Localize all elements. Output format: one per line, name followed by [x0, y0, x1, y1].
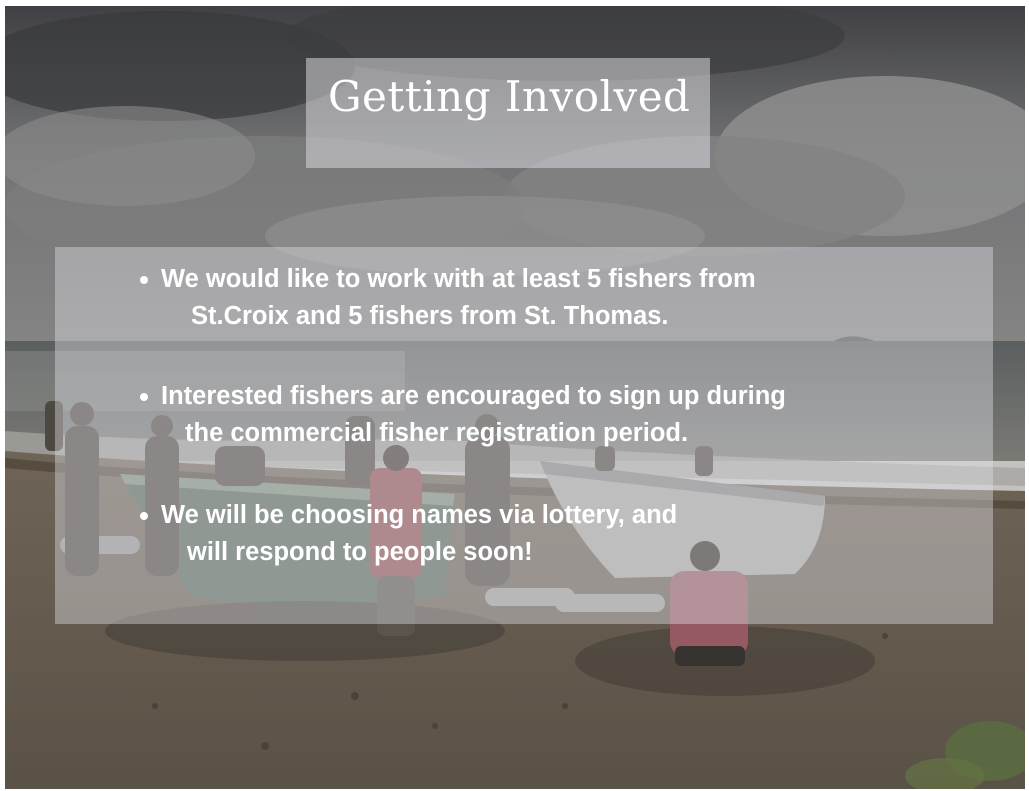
title-box: Getting Involved [306, 58, 710, 168]
bullet-item: We will be choosing names via lottery, a… [140, 497, 678, 571]
bullet-text-line1: We will be choosing names via lottery, a… [161, 501, 678, 529]
bullet-text-line2: St.Croix and 5 fishers from St. Thomas. [191, 302, 669, 330]
bullet-dot-icon [140, 512, 148, 520]
bullet-dot-icon [140, 393, 148, 401]
bullet-text-line2: the commercial fisher registration perio… [185, 419, 689, 447]
bullet-dot-icon [140, 276, 148, 284]
bullet-text-line2: will respond to people soon! [187, 538, 533, 566]
slide: Getting Involved We would like to work w… [5, 6, 1025, 789]
slide-title: Getting Involved [328, 72, 691, 121]
bullet-item: We would like to work with at least 5 fi… [140, 261, 756, 335]
content-box: We would like to work with at least 5 fi… [55, 247, 993, 624]
bullet-item: Interested fishers are encouraged to sig… [140, 378, 786, 452]
bullet-text-line1: Interested fishers are encouraged to sig… [161, 382, 786, 410]
bullet-text-line1: We would like to work with at least 5 fi… [161, 265, 756, 293]
